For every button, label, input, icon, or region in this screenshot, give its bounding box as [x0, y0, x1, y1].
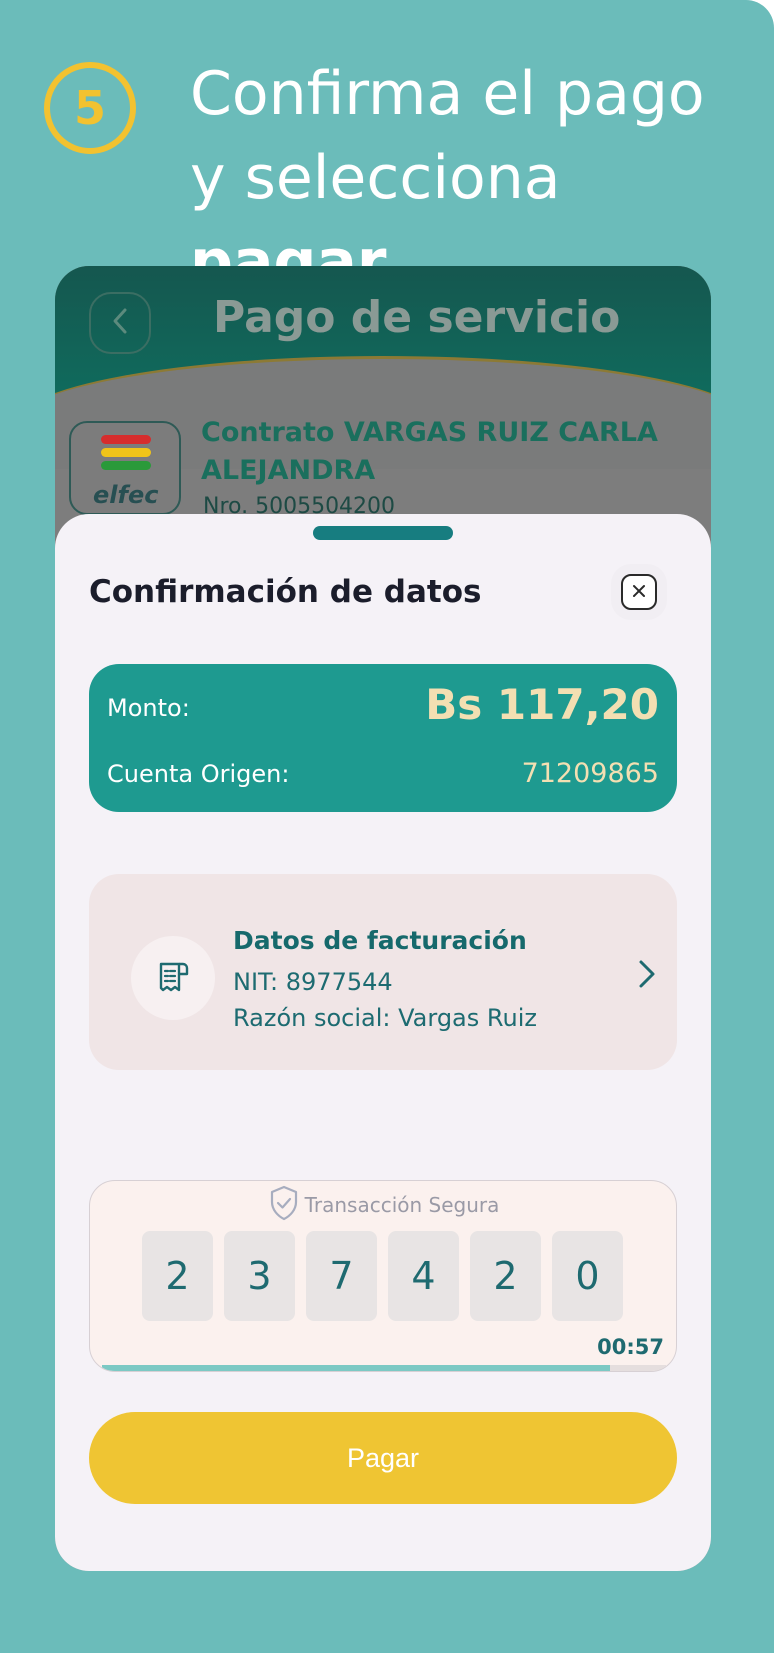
close-button[interactable]: [621, 574, 657, 610]
code-digit: 4: [388, 1231, 459, 1321]
receipt-icon: [131, 936, 215, 1020]
code-digit: 7: [306, 1231, 377, 1321]
pay-button[interactable]: Pagar: [89, 1412, 677, 1504]
close-icon: [632, 583, 646, 602]
sheet-title: Confirmación de datos: [89, 574, 482, 610]
amount-value: Bs 117,20: [425, 680, 659, 729]
billing-razon-social: Razón social: Vargas Ruiz: [233, 1004, 537, 1032]
secure-transaction-box: Transacción Segura 2 3 7 4 2 0 00:57: [89, 1180, 677, 1372]
step-number-badge: 5: [44, 62, 136, 154]
elfec-logo: elfec: [69, 421, 181, 515]
chevron-right-icon[interactable]: [637, 958, 657, 994]
countdown-timer: 00:57: [597, 1335, 664, 1359]
logo-bar-green: [101, 461, 151, 470]
amount-label: Monto:: [107, 694, 190, 722]
tutorial-page: 5 Confirma el pago y selecciona pagar Pa…: [0, 0, 774, 1653]
origin-account-value: 71209865: [521, 758, 659, 789]
confirmation-sheet: Confirmación de datos Monto: Bs 117,20 C…: [55, 514, 711, 1571]
app-title: Pago de servicio: [213, 292, 621, 343]
back-button[interactable]: [89, 292, 151, 354]
billing-nit: NIT: 8977544: [233, 968, 393, 996]
shield-check-icon: [269, 1185, 299, 1225]
code-digit: 2: [470, 1231, 541, 1321]
code-digit: 2: [142, 1231, 213, 1321]
chevron-left-icon: [111, 307, 129, 339]
headline-line-1: Confirma el pago: [190, 59, 705, 129]
contract-name: Contrato VARGAS RUIZ CARLA ALEJANDRA: [201, 417, 658, 486]
billing-title: Datos de facturación: [233, 926, 527, 955]
phone-screen: Pago de servicio elfec Contrato VARGAS R…: [55, 266, 711, 1571]
code-digit: 0: [552, 1231, 623, 1321]
timer-progress-fill: [102, 1365, 610, 1371]
logo-bar-yellow: [101, 448, 151, 457]
logo-text: elfec: [93, 481, 159, 509]
amount-card: Monto: Bs 117,20 Cuenta Origen: 71209865: [89, 664, 677, 812]
timer-progress-track: [102, 1365, 666, 1371]
billing-data-card[interactable]: Datos de facturación NIT: 8977544 Razón …: [89, 874, 677, 1070]
secure-label: Transacción Segura: [304, 1193, 500, 1217]
security-code: 2 3 7 4 2 0: [142, 1231, 623, 1321]
drag-handle[interactable]: [313, 526, 453, 540]
secure-header: Transacción Segura: [90, 1185, 676, 1225]
code-digit: 3: [224, 1231, 295, 1321]
headline-line-2-prefix: y selecciona: [190, 143, 561, 213]
origin-account-label: Cuenta Origen:: [107, 760, 290, 788]
logo-bar-red: [101, 435, 151, 444]
